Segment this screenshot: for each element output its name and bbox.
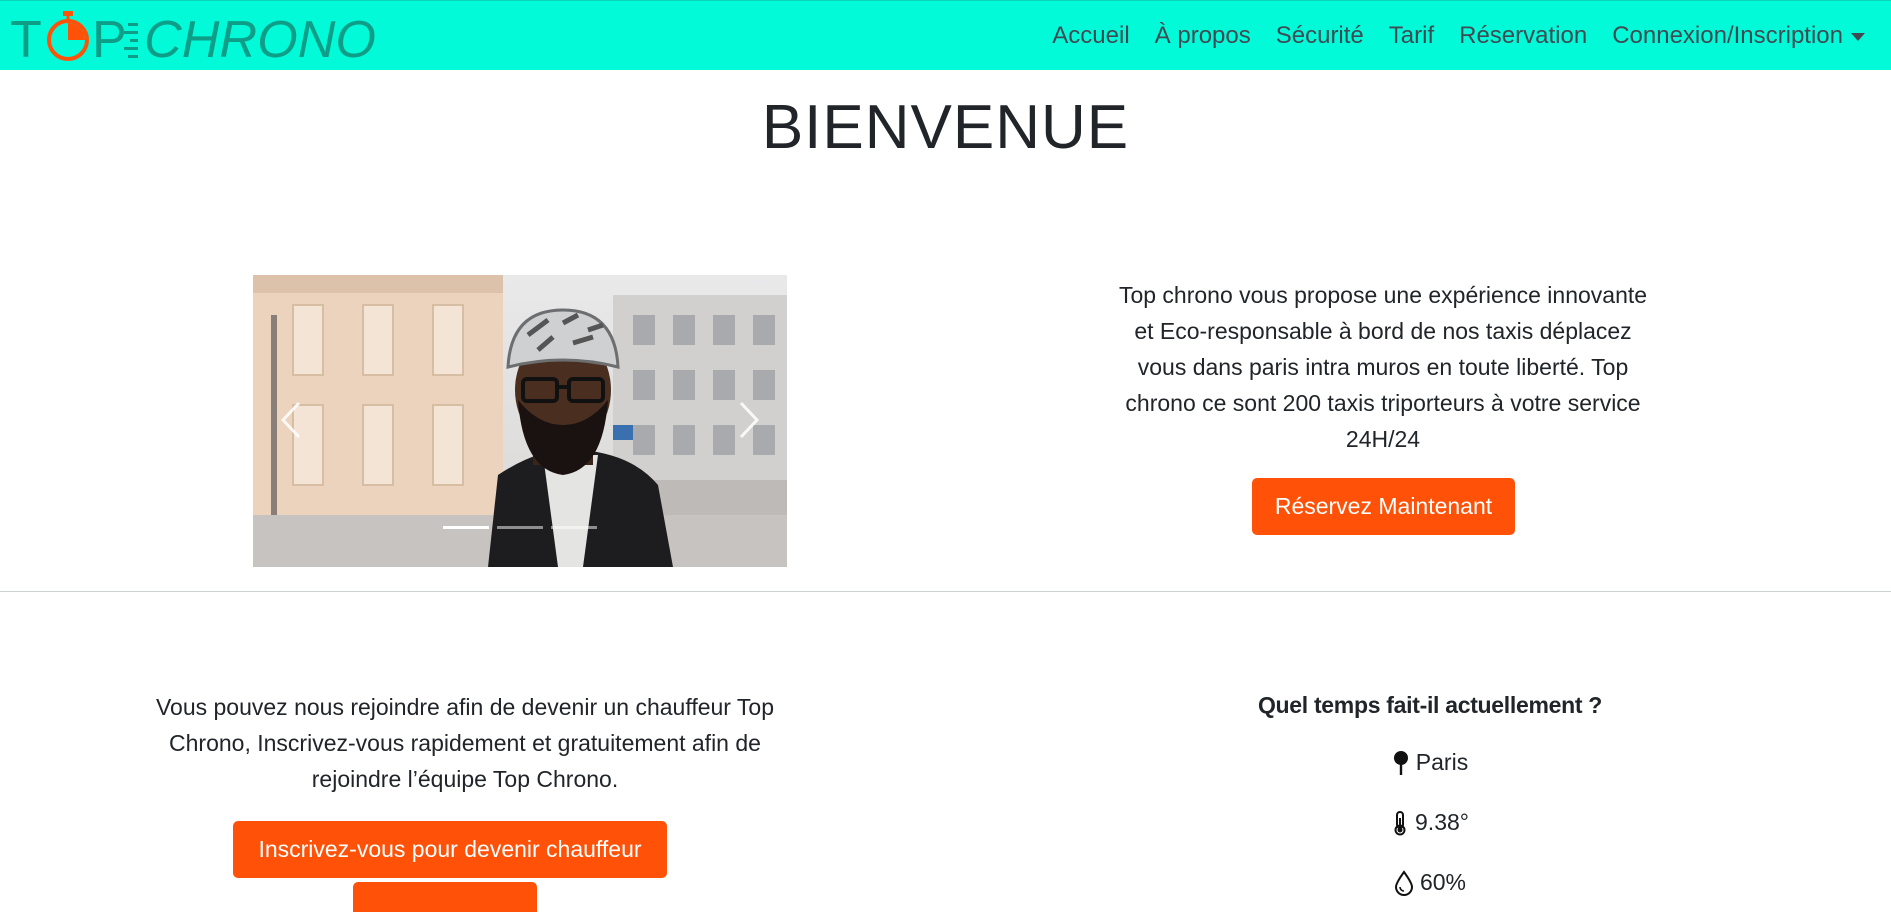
image-carousel[interactable] [253, 275, 787, 567]
weather-city-row: Paris [1150, 749, 1710, 776]
reserve-now-button[interactable]: Réservez Maintenant [1252, 478, 1515, 535]
logo-image: T P CHRONO [10, 11, 376, 69]
thermometer-icon [1394, 810, 1406, 835]
svg-text:P: P [92, 11, 127, 65]
chevron-left-icon [280, 401, 301, 439]
weather-humidity: 60% [1419, 869, 1467, 895]
section-divider [0, 591, 1891, 592]
weather-humidity-row: 60% [1150, 869, 1710, 896]
svg-text:T: T [10, 11, 42, 65]
secondary-button[interactable] [353, 882, 537, 912]
map-pin-icon [1393, 750, 1408, 775]
caret-down-icon [1851, 32, 1865, 41]
chevron-right-icon [739, 401, 760, 439]
nav-dropdown-label: Connexion/Inscription [1612, 22, 1843, 49]
join-text: Vous pouvez nous rejoindre afin de deven… [155, 694, 775, 792]
nav-menu: Accueil À propos Sécurité Tarif Réservat… [1052, 1, 1865, 71]
stopwatch-icon [47, 11, 89, 61]
logo[interactable]: T P CHRONO [10, 7, 380, 69]
carousel-indicator-1[interactable] [443, 526, 489, 529]
page-title: BIENVENUE [761, 93, 1130, 162]
nav-link-a-propos[interactable]: À propos [1155, 22, 1251, 50]
navbar: T P CHRONO Accueil À propos Sécurité Tar… [0, 0, 1891, 70]
nav-dropdown-connexion[interactable]: Connexion/Inscription [1612, 22, 1865, 50]
weather-temperature-row: 9.38° [1150, 809, 1710, 836]
carousel-next-button[interactable] [727, 395, 767, 445]
nav-link-reservation[interactable]: Réservation [1459, 22, 1587, 50]
weather-city: Paris [1415, 749, 1469, 775]
svg-text:CHRONO: CHRONO [144, 11, 376, 65]
carousel-photo [253, 275, 787, 567]
droplet-icon [1394, 869, 1413, 896]
carousel-prev-button[interactable] [273, 395, 313, 445]
weather-title: Quel temps fait-il actuellement ? [1257, 692, 1603, 718]
weather-temperature: 9.38° [1415, 809, 1469, 835]
carousel-indicator-2[interactable] [497, 526, 543, 529]
become-driver-button[interactable]: Inscrivez-vous pour devenir chauffeur [233, 821, 667, 878]
carousel-indicator-3[interactable] [551, 526, 597, 529]
carousel-indicators [253, 526, 787, 529]
nav-link-accueil[interactable]: Accueil [1052, 22, 1129, 50]
nav-link-securite[interactable]: Sécurité [1276, 22, 1364, 50]
intro-text: Top chrono vous propose une expérience i… [1118, 282, 1648, 452]
nav-link-tarif[interactable]: Tarif [1389, 22, 1434, 50]
